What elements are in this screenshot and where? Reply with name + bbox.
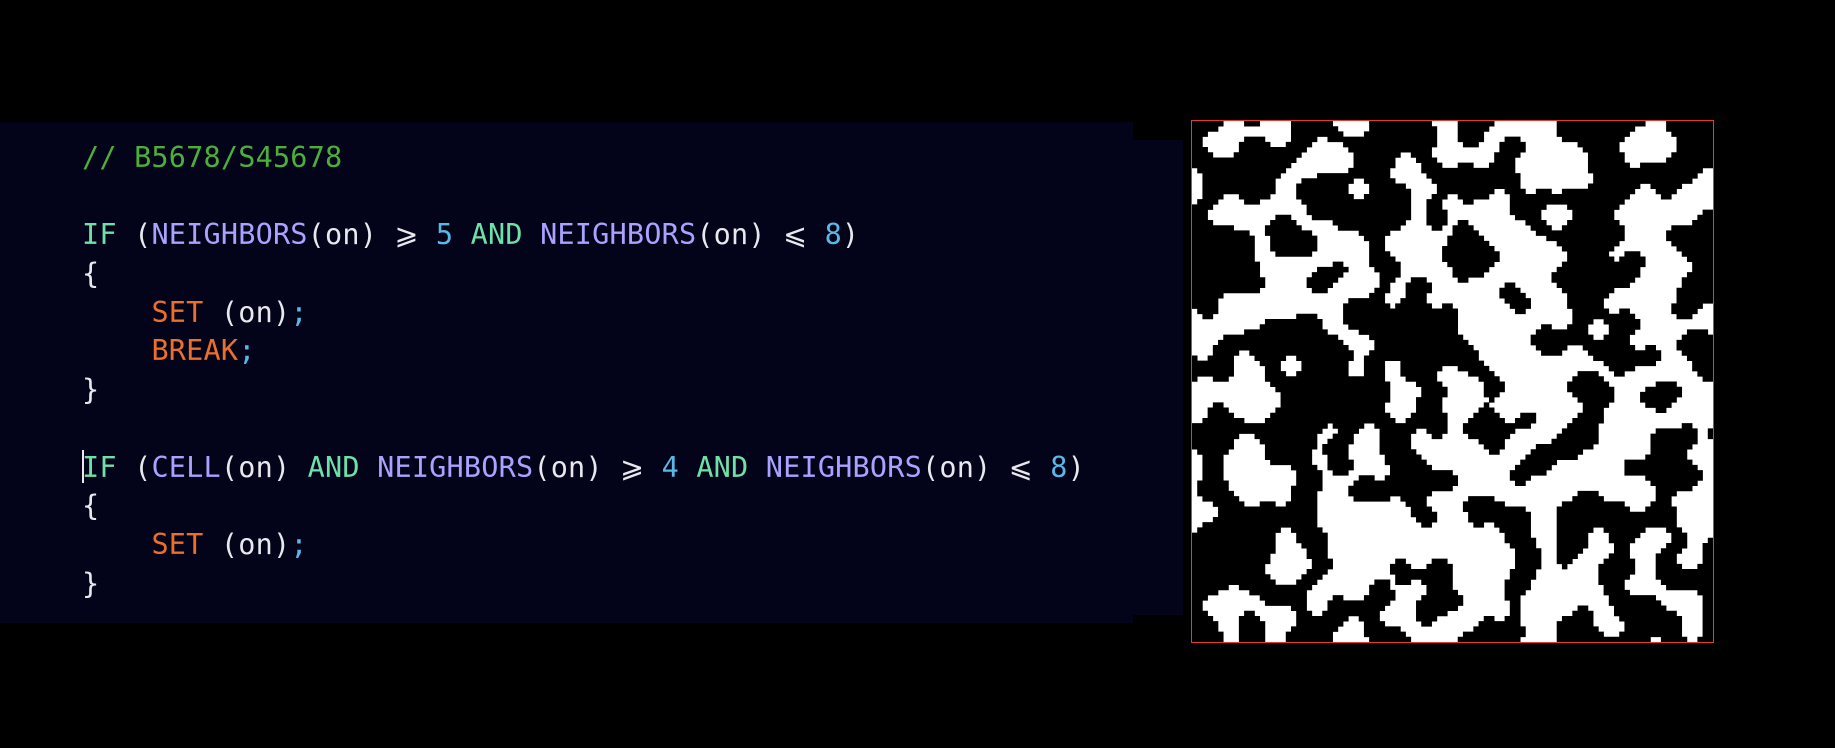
action-token: BREAK [151,334,239,368]
number-token: 5 [435,218,454,252]
function-token: CELL [151,450,221,484]
text-token: (on) [307,218,395,252]
action-token: SET [151,295,204,329]
function-token: NEIGHBORS [765,450,922,484]
number-token: 8 [824,218,842,252]
text-token: ) [841,218,860,252]
code-line[interactable] [82,410,1085,449]
semicolon-token: ; [290,295,308,329]
text-token: (on) [220,450,308,484]
cellular-automaton-preview [1191,120,1714,643]
code-line[interactable]: } [82,371,1085,410]
code-line[interactable]: // B5678/S45678 [82,139,1085,178]
automaton-grid [1192,121,1713,642]
operator-token: ⩽ [1008,450,1033,484]
function-token: NEIGHBORS [540,218,697,252]
code-line[interactable]: { [82,255,1085,294]
code-line[interactable]: SET (on); [82,294,1085,333]
code-line[interactable] [82,178,1085,217]
code-line[interactable]: BREAK; [82,332,1085,371]
text-token: (on) [203,295,291,329]
text-token: (on) [203,527,291,561]
keyword-token: AND [307,450,360,484]
text-token: } [82,566,100,600]
code-editor-text[interactable]: // B5678/S45678 IF (NEIGHBORS(on) ⩾ 5 AND… [82,139,1085,603]
operator-token: ⩾ [394,218,419,252]
code-line[interactable]: IF (CELL(on) AND NEIGHBORS(on) ⩾ 4 AND N… [82,449,1085,488]
text-token: ( [116,218,152,252]
code-line[interactable]: } [82,565,1085,604]
operator-token: ⩽ [783,218,808,252]
comment-token: // B5678/S45678 [82,141,343,174]
number-token: 8 [1050,450,1068,484]
code-editor-panel-edge [1133,140,1183,615]
text-token: (on) [921,450,1009,484]
keyword-token: AND [696,450,749,484]
text-token: { [82,489,100,523]
action-token: SET [151,527,204,561]
code-line[interactable]: SET (on); [82,526,1085,565]
text-token: ( [116,450,152,484]
code-line[interactable]: { [82,487,1085,526]
function-token: NEIGHBORS [151,218,308,252]
keyword-token: IF [82,450,117,484]
function-token: NEIGHBORS [377,450,534,484]
semicolon-token: ; [238,334,256,368]
operator-token: ⩾ [620,450,645,484]
text-token: } [82,373,100,407]
text-token: { [82,257,100,291]
keyword-token: AND [470,218,523,252]
text-token: (on) [533,450,621,484]
keyword-token: IF [82,218,117,252]
text-token: (on) [696,218,784,252]
code-line[interactable]: IF (NEIGHBORS(on) ⩾ 5 AND NEIGHBORS(on) … [82,216,1085,255]
text-token: ) [1067,450,1085,484]
number-token: 4 [661,450,679,484]
semicolon-token: ; [290,527,308,561]
